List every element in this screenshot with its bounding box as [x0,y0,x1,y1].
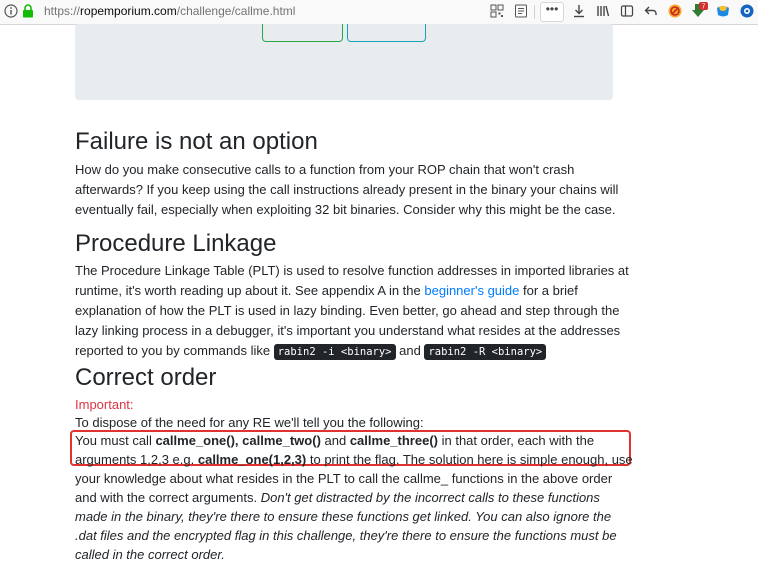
library-icon[interactable] [594,2,612,20]
page-actions-menu-button[interactable]: ••• [540,2,564,22]
text: and [320,433,350,448]
code-rabin2-r: rabin2 -R <binary> [424,344,547,360]
text: to print the flag. The solution here is … [306,452,633,467]
privacy-extension-icon[interactable] [738,2,756,20]
text: runtime, it's worth reading up about it.… [75,283,425,298]
paragraph-line: your knowledge about what resides in the… [75,471,613,486]
browser-toolbar: https://ropemporium.com/challenge/callme… [0,0,758,25]
text: arguments 1,2,3 e.g. [75,452,198,467]
paragraph-line: made in the binary, they're there to ens… [75,507,611,527]
heading-failure: Failure is not an option [75,128,318,155]
paragraph-line: You must call callme_one(), callme_two()… [75,431,594,451]
text: and [395,343,425,358]
back-arrow-icon[interactable] [642,2,660,20]
reader-view-icon[interactable] [512,2,530,20]
download-badge-count: 7 [702,4,706,11]
text: for a brief [519,283,578,298]
paragraph-line: The Procedure Linkage Table (PLT) is use… [75,263,629,278]
paragraph-line: .dat files and the encrypted flag in thi… [75,526,617,546]
paragraph-line: reported to you by commands like rabin2 … [75,341,547,362]
ublock-icon[interactable] [666,2,684,20]
paragraph-line: arguments 1,2,3 e.g. callme_one(1,2,3) t… [75,450,633,470]
paragraph-line: lazy linking process in a debugger, it's… [75,323,621,338]
url-domain: ropemporium.com [80,4,177,18]
function-name: callme_three() [349,433,438,448]
function-names: callme_one(), callme_two() [155,433,321,448]
challenge-header-panel [75,24,613,100]
paragraph-line: eventually fail, especially when exploit… [75,202,616,217]
download-button-secondary[interactable] [347,24,426,42]
extension-icon[interactable] [714,2,732,20]
download-icon[interactable] [570,2,588,20]
paragraph-line: explanation of how the PLT is used in la… [75,303,620,318]
italic-text: called in the correct order. [75,547,225,562]
qr-code-icon[interactable] [488,2,506,20]
paragraph-line: called in the correct order. [75,545,225,565]
italic-text: made in the binary, they're there to ens… [75,509,612,524]
url-path: /challenge/callme.html [176,4,296,18]
paragraph-line: and with the correct arguments. Don't ge… [75,488,600,508]
italic-text: Don't get distracted by the incorrect ca… [260,490,600,505]
download-manager-icon[interactable]: 7 [690,2,708,20]
lock-icon[interactable] [22,4,34,18]
text: and with the correct arguments. [75,490,261,505]
url-prefix: https:// [44,4,81,18]
download-button[interactable] [262,24,343,42]
text: reported to you by commands like [75,343,274,358]
sidebar-icon[interactable] [618,2,636,20]
function-call-example: callme_one(1,2,3) [197,452,307,467]
info-icon[interactable] [4,4,18,18]
paragraph-line: How do you make consecutive calls to a f… [75,162,575,177]
heading-correct-order: Correct order [75,364,217,391]
heading-procedure-linkage: Procedure Linkage [75,230,277,257]
beginners-guide-link[interactable]: beginner's guide [424,283,519,298]
url-bar[interactable]: https://ropemporium.com/challenge/callme… [44,4,295,18]
text: in that order, each with the [437,433,595,448]
paragraph-line: runtime, it's worth reading up about it.… [75,281,578,301]
text: You must call [75,433,156,448]
toolbar-divider [534,5,535,19]
paragraph-line: afterwards? If you keep using the call i… [75,182,619,197]
italic-text: .dat files and the encrypted flag in thi… [75,528,617,543]
code-rabin2-i: rabin2 -i <binary> [273,344,396,360]
important-label: Important: [75,397,134,412]
